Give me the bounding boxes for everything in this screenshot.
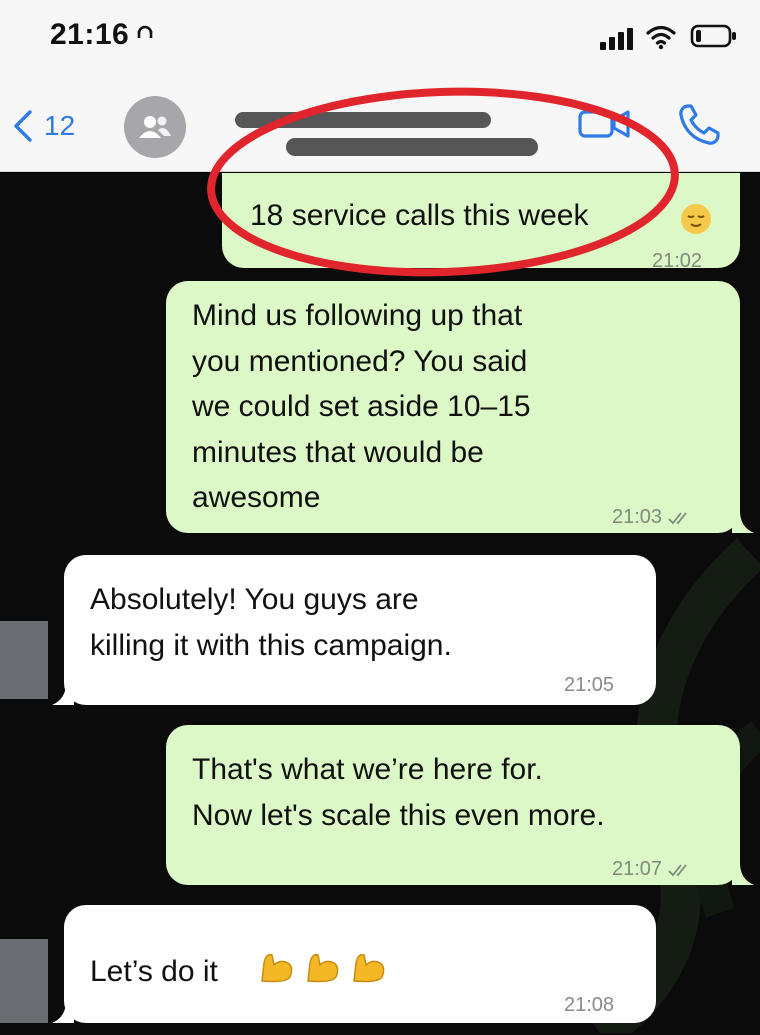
chat-area[interactable]: 18 service calls this week 21:02 Mind us… xyxy=(0,173,760,1035)
message-meta: 21:03 xyxy=(612,495,692,541)
redacted-contact-subtitle xyxy=(286,138,538,156)
message-time: 21:08 xyxy=(564,994,615,1016)
wifi-icon xyxy=(646,25,676,50)
battery-icon xyxy=(690,24,736,48)
status-bar: 21:16 xyxy=(0,0,760,80)
message-text: Mind us following up that you mentioned?… xyxy=(192,299,531,514)
unread-count: 12 xyxy=(44,110,76,141)
flexed-biceps-icon xyxy=(256,947,388,987)
message-time: 21:03 xyxy=(612,506,663,528)
message-time: 21:07 xyxy=(612,858,663,880)
back-button[interactable]: 12 xyxy=(10,104,75,148)
cropped-side-element xyxy=(0,939,48,1023)
group-avatar[interactable] xyxy=(124,96,186,158)
read-receipt-icon xyxy=(668,864,687,877)
relieved-face-icon xyxy=(681,204,711,234)
cellular-signal-icon xyxy=(600,28,636,50)
message-text: 18 service calls this week xyxy=(250,199,589,232)
chat-header: 12 xyxy=(0,80,760,172)
phone-call-icon[interactable] xyxy=(676,102,722,148)
message-time: 21:05 xyxy=(564,674,615,696)
cropped-side-element xyxy=(0,621,48,699)
read-receipt-icon xyxy=(668,512,687,525)
status-time: 21:16 xyxy=(50,18,130,51)
bubble-tail xyxy=(732,863,754,885)
message-bubble-incoming[interactable]: Let’s do it 21:08 xyxy=(64,905,656,1023)
message-text: That's what we’re here for. Now let's sc… xyxy=(192,753,605,832)
message-bubble-outgoing[interactable]: That's what we’re here for. Now let's sc… xyxy=(166,725,740,885)
bubble-tail xyxy=(52,683,74,705)
chevron-left-icon xyxy=(14,110,32,142)
message-text: Let’s do it xyxy=(90,955,218,988)
message-bubble-outgoing[interactable]: Mind us following up that you mentioned?… xyxy=(166,281,740,533)
bubble-tail xyxy=(52,1001,74,1023)
group-people-icon xyxy=(139,116,171,138)
message-time: 21:02 xyxy=(652,250,703,272)
message-text: Absolutely! You guys are killing it with… xyxy=(90,583,452,662)
message-meta: 21:07 xyxy=(612,847,692,893)
message-bubble-outgoing[interactable]: 18 service calls this week 21:02 xyxy=(222,173,740,272)
location-arrow-icon xyxy=(137,25,153,38)
redacted-contact-name xyxy=(235,112,491,128)
video-call-icon[interactable] xyxy=(578,106,630,142)
message-bubble-incoming[interactable]: Absolutely! You guys are killing it with… xyxy=(64,555,656,705)
bubble-tail xyxy=(732,511,754,533)
